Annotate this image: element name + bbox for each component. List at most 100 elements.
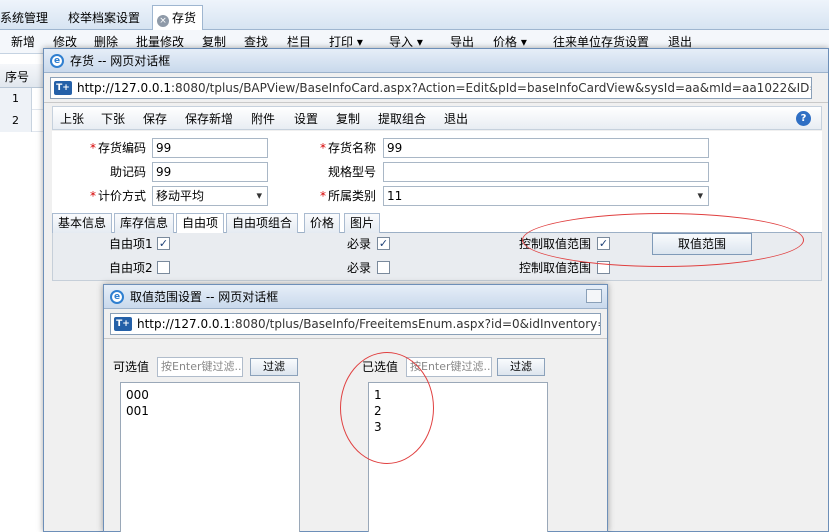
tab-pictures[interactable]: 图片 bbox=[344, 213, 381, 233]
toolbar-import-label: 导入 bbox=[389, 35, 414, 49]
available-values-list[interactable]: 000 001 bbox=[120, 382, 300, 532]
browser-icon: e bbox=[50, 54, 64, 68]
address-bar: T+ http://127.0.0.1:8080/tplus/BaseInfo/… bbox=[104, 309, 607, 339]
available-filter-button[interactable]: 过滤 bbox=[250, 358, 298, 376]
pricing-select[interactable]: 移动平均 bbox=[152, 186, 268, 206]
selected-filter-input[interactable]: 按Enter键过滤... bbox=[406, 357, 492, 377]
toolbar-price-label: 价格 bbox=[493, 35, 518, 49]
list-item[interactable]: 2 bbox=[369, 403, 547, 419]
pricing-label-text: 计价方式 bbox=[97, 189, 146, 203]
row-number: 2 bbox=[0, 110, 32, 132]
exit-button[interactable]: 退出 bbox=[444, 111, 468, 127]
available-values-label: 可选值 bbox=[113, 360, 150, 374]
save-new-button[interactable]: 保存新增 bbox=[185, 111, 233, 127]
inventory-form: * 存货编码 99 * 存货名称 99 助记码 99 规格型号 * 计价方式 移动平均… bbox=[52, 131, 822, 213]
url-path: :8080/tplus/BaseInfo/FreeitemsEnum.aspx?… bbox=[231, 317, 601, 331]
name-label: * 存货名称 bbox=[312, 138, 376, 158]
toolbar-new-button[interactable]: 新增 bbox=[11, 34, 35, 50]
tplus-icon: T+ bbox=[114, 317, 132, 331]
app-tab-bar: 系统管理 校举档案设置 × 存货 bbox=[0, 0, 829, 31]
next-card-button[interactable]: 下张 bbox=[101, 111, 125, 127]
required-1-label: 必录 bbox=[347, 237, 372, 251]
toolbar-print-label: 打印 bbox=[329, 35, 354, 49]
extract-combo-button[interactable]: 提取组合 bbox=[378, 111, 426, 127]
tab-inventory[interactable]: × 存货 bbox=[152, 5, 204, 31]
selected-values-list[interactable]: 1 2 3 bbox=[368, 382, 548, 532]
required-marker: * bbox=[89, 141, 96, 155]
available-filter-input[interactable]: 按Enter键过滤... bbox=[157, 357, 243, 377]
list-item[interactable]: 1 bbox=[369, 387, 547, 403]
tab-basic-info[interactable]: 基本信息 bbox=[52, 213, 113, 233]
dialog-title: 取值范围设置 -- 网页对话框 bbox=[130, 290, 279, 304]
free-item-2-label: 自由项2 bbox=[109, 261, 153, 275]
free-item-1-label: 自由项1 bbox=[109, 237, 153, 251]
code-label: * 存货编码 bbox=[86, 138, 146, 158]
category-value: 11 bbox=[387, 189, 403, 203]
code-field[interactable]: 99 bbox=[152, 138, 268, 158]
dropdown-arrow-icon: ▾ bbox=[356, 35, 363, 49]
selected-values-label: 已选值 bbox=[362, 360, 399, 374]
required-marker: * bbox=[319, 189, 326, 203]
url-path: :8080/tplus/BAPView/BaseInfoCard.aspx?Ac… bbox=[171, 81, 812, 95]
category-label-text: 所属类别 bbox=[327, 189, 376, 203]
required-2-label: 必录 bbox=[347, 261, 372, 275]
selected-filter-button[interactable]: 过滤 bbox=[497, 358, 545, 376]
tplus-icon: T+ bbox=[54, 81, 72, 95]
browser-icon: e bbox=[110, 290, 124, 304]
value-range-button[interactable]: 取值范围 bbox=[652, 233, 752, 255]
name-label-text: 存货名称 bbox=[327, 141, 376, 155]
url-field[interactable]: T+ http://127.0.0.1:8080/tplus/BAPView/B… bbox=[50, 77, 812, 99]
tab-inventory-label: 存货 bbox=[172, 11, 197, 25]
dropdown-arrow-icon: ▾ bbox=[416, 35, 423, 49]
pricing-label: * 计价方式 bbox=[80, 186, 146, 206]
dialog-titlebar[interactable]: e 取值范围设置 -- 网页对话框 bbox=[104, 285, 607, 309]
save-button[interactable]: 保存 bbox=[143, 111, 167, 127]
required-marker: * bbox=[89, 189, 96, 203]
tab-stock-info[interactable]: 库存信息 bbox=[114, 213, 175, 233]
required-1-checkbox[interactable]: ✓ bbox=[377, 237, 390, 250]
pricing-value: 移动平均 bbox=[156, 189, 205, 203]
spec-label: 规格型号 bbox=[327, 165, 376, 179]
tab-price[interactable]: 价格 bbox=[304, 213, 341, 233]
spec-field[interactable] bbox=[383, 162, 709, 182]
copy-button[interactable]: 复制 bbox=[336, 111, 360, 127]
control-range-1-checkbox[interactable]: ✓ bbox=[597, 237, 610, 250]
required-2-checkbox[interactable] bbox=[377, 261, 390, 274]
mnemonic-label: 助记码 bbox=[109, 165, 146, 179]
url-host: http://127.0.0.1 bbox=[77, 81, 172, 95]
free-item-2-checkbox[interactable] bbox=[157, 261, 170, 274]
dialog-title: 存货 -- 网页对话框 bbox=[70, 54, 171, 68]
url-field[interactable]: T+ http://127.0.0.1:8080/tplus/BaseInfo/… bbox=[110, 313, 601, 335]
tab-archive-settings[interactable]: 校举档案设置 bbox=[62, 6, 146, 30]
name-field[interactable]: 99 bbox=[383, 138, 709, 158]
category-label: * 所属类别 bbox=[312, 186, 376, 206]
card-toolbar: 上张 下张 保存 保存新增 附件 设置 复制 提取组合 退出 ? bbox=[52, 106, 822, 130]
dropdown-arrow-icon: ▾ bbox=[520, 35, 527, 49]
required-marker: * bbox=[319, 141, 326, 155]
tab-system-management[interactable]: 系统管理 bbox=[0, 6, 54, 30]
list-item[interactable]: 3 bbox=[369, 419, 547, 435]
code-label-text: 存货编码 bbox=[97, 141, 146, 155]
category-select[interactable]: 11 bbox=[383, 186, 709, 206]
control-range-1-label: 控制取值范围 bbox=[519, 237, 592, 251]
tab-free-item-combos[interactable]: 自由项组合 bbox=[226, 213, 299, 233]
close-icon[interactable] bbox=[586, 289, 602, 303]
list-item[interactable]: 000 bbox=[121, 387, 299, 403]
detail-tabs: 基本信息 库存信息 自由项 自由项组合 价格 图片 bbox=[52, 213, 822, 234]
settings-button[interactable]: 设置 bbox=[294, 111, 318, 127]
url-host: http://127.0.0.1 bbox=[137, 317, 232, 331]
dialog-titlebar[interactable]: e 存货 -- 网页对话框 bbox=[44, 49, 828, 73]
free-item-1-checkbox[interactable]: ✓ bbox=[157, 237, 170, 250]
help-icon[interactable]: ? bbox=[796, 111, 811, 126]
row-number: 1 bbox=[0, 88, 32, 110]
close-tab-icon[interactable]: × bbox=[157, 15, 169, 27]
address-bar: T+ http://127.0.0.1:8080/tplus/BAPView/B… bbox=[44, 73, 828, 103]
tab-free-items[interactable]: 自由项 bbox=[176, 213, 225, 234]
control-range-2-checkbox[interactable] bbox=[597, 261, 610, 274]
mnemonic-field[interactable]: 99 bbox=[152, 162, 268, 182]
value-range-dialog: e 取值范围设置 -- 网页对话框 T+ http://127.0.0.1:80… bbox=[103, 284, 608, 532]
list-item[interactable]: 001 bbox=[121, 403, 299, 419]
grid-rownum-header: 序号 bbox=[5, 70, 30, 84]
prev-card-button[interactable]: 上张 bbox=[60, 111, 84, 127]
attachment-button[interactable]: 附件 bbox=[251, 111, 275, 127]
